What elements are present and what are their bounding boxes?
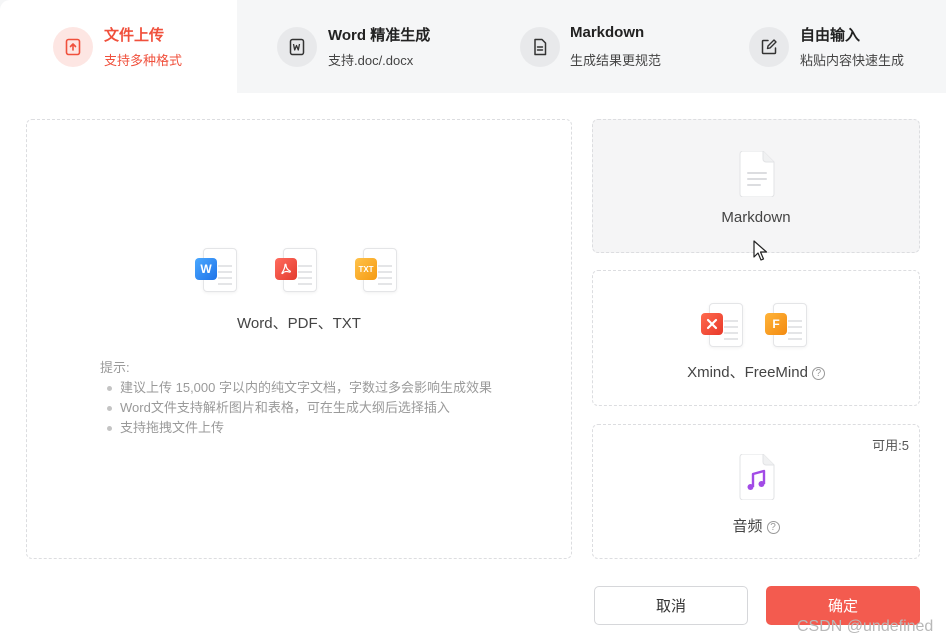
markdown-icon [520, 27, 560, 67]
help-icon[interactable]: ? [766, 521, 780, 534]
file-type-icons: W TXT [193, 246, 403, 296]
txt-file-icon: TXT [353, 246, 399, 294]
tab-title: Markdown [570, 24, 645, 41]
tab-subtitle: 支持.doc/.docx [328, 53, 414, 68]
tab-subtitle: 支持多种格式 [104, 53, 183, 68]
tab-subtitle: 粘贴内容快速生成 [800, 53, 905, 68]
audio-file-icon [737, 453, 777, 505]
markdown-file-icon [737, 150, 777, 202]
audio-quota: 可用:5 [872, 438, 909, 453]
freemind-file-icon: F [763, 301, 809, 349]
option-label: 音频 [732, 518, 763, 535]
tab-subtitle: 生成结果更规范 [570, 53, 662, 68]
tab-title: Word 精准生成 [328, 27, 431, 44]
help-icon[interactable]: ? [811, 367, 825, 380]
file-types-label: Word、PDF、TXT [237, 315, 361, 332]
option-mindmap[interactable]: F Xmind、FreeMind? [592, 270, 920, 406]
tip-item: 建议上传 15,000 字以内的纯文字文档，字数过多会影响生成效果 [100, 378, 492, 398]
tip-item: Word文件支持解析图片和表格，可在生成大纲后选择插入 [100, 398, 492, 418]
pdf-file-icon [273, 246, 319, 294]
option-label: Markdown [721, 209, 791, 226]
tab-word[interactable]: Word 精准生成 支持.doc/.docx [237, 0, 474, 93]
edit-icon [749, 27, 789, 67]
word-icon [277, 27, 317, 67]
tab-file-upload[interactable]: 文件上传 支持多种格式 [0, 0, 237, 93]
tip-item: 支持拖拽文件上传 [100, 418, 492, 438]
option-audio[interactable]: 可用:5 音频? [592, 424, 920, 559]
upload-tips: 提示: 建议上传 15,000 字以内的纯文字文档，字数过多会影响生成效果 Wo… [100, 358, 492, 438]
option-label: Xmind、FreeMind [687, 364, 808, 381]
tab-title: 自由输入 [800, 27, 861, 44]
tips-title: 提示: [100, 360, 130, 375]
tab-bar: 文件上传 支持多种格式 Word 精准生成 支持.doc/.docx Markd… [0, 0, 946, 93]
option-label-row: 音频? [593, 515, 919, 536]
option-markdown[interactable]: Markdown [592, 119, 920, 261]
cancel-button[interactable]: 取消 [594, 586, 748, 625]
watermark-text: CSDN @undefined [797, 618, 934, 635]
option-label-row: Xmind、FreeMind? [593, 361, 919, 382]
tab-free-input[interactable]: 自由输入 粘贴内容快速生成 [711, 0, 946, 93]
upload-icon [53, 27, 93, 67]
xmind-file-icon [699, 301, 745, 349]
tab-title: 文件上传 [104, 27, 165, 44]
file-drop-zone[interactable] [26, 119, 572, 559]
word-file-icon: W [193, 246, 239, 294]
mouse-cursor-icon [753, 240, 768, 266]
tab-markdown[interactable]: Markdown 生成结果更规范 [474, 0, 711, 93]
